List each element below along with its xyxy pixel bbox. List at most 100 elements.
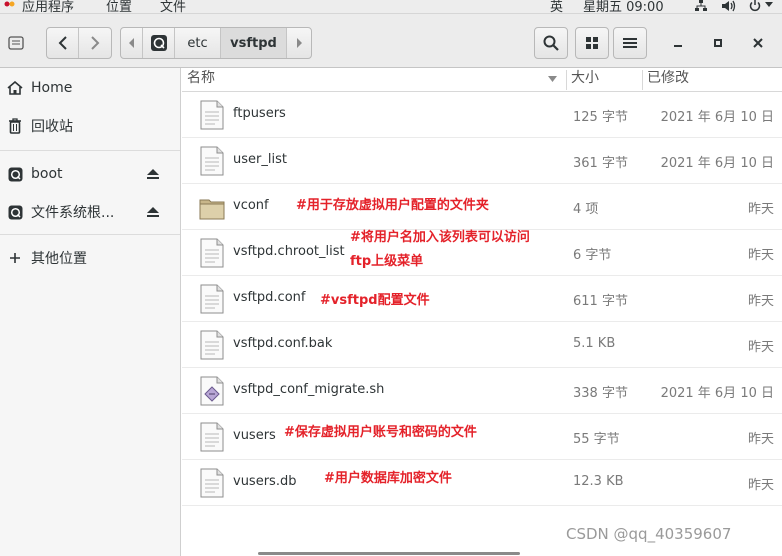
power-icon[interactable] — [748, 0, 762, 12]
path-root-button[interactable] — [143, 28, 175, 58]
root-drive-icon — [150, 35, 167, 51]
drive-icon — [7, 166, 23, 182]
network-icon[interactable] — [694, 0, 708, 12]
maximize-button[interactable] — [705, 30, 731, 56]
menu-button[interactable] — [613, 27, 647, 59]
column-size-header[interactable]: 大小 — [566, 68, 642, 92]
sidebar-item-boot[interactable]: boot — [0, 158, 180, 190]
path-segment-vsftpd[interactable]: vsftpd — [221, 28, 287, 58]
file-name: vsftpd.chroot_list — [233, 244, 345, 259]
file-modified: 2021 年 6月 10 日 — [660, 110, 774, 125]
system-menu-arrow-icon[interactable] — [765, 2, 773, 8]
home-icon — [7, 80, 23, 96]
sidebar-item-label: boot — [31, 166, 63, 182]
applications-menu[interactable]: 应用程序 — [22, 0, 74, 13]
search-icon — [543, 35, 559, 51]
chevron-left-icon — [128, 38, 134, 48]
file-modified: 昨天 — [747, 202, 774, 217]
file-row[interactable]: vsftpd.chroot_list #将用户名加入该列表可以访问 ftp上级菜… — [182, 230, 782, 276]
text-file-icon — [200, 100, 224, 130]
file-size: 6 字节 — [573, 248, 612, 263]
navigation-buttons — [46, 27, 112, 59]
file-size: 5.1 KB — [573, 336, 616, 351]
file-row[interactable]: vsftpd.conf.bak 5.1 KB 昨天 — [182, 322, 782, 368]
sidebar-item-filesystem-root[interactable]: 文件系统根... — [0, 196, 180, 228]
sidebar-item-label: Home — [31, 80, 73, 96]
text-file-icon — [200, 330, 224, 360]
watermark: CSDN @qq_40359607 — [566, 525, 732, 543]
sidebar-item-home[interactable]: Home — [0, 72, 180, 104]
file-name: vsftpd_conf_migrate.sh — [233, 382, 385, 397]
path-scroll-left-button[interactable] — [121, 28, 143, 58]
drive-icon — [7, 204, 23, 220]
path-segment-etc[interactable]: etc — [175, 28, 221, 58]
path-bar: etc vsftpd — [120, 27, 312, 59]
eject-icon[interactable] — [146, 167, 160, 181]
plus-icon — [7, 250, 23, 266]
text-file-icon — [200, 238, 224, 268]
search-button[interactable] — [534, 27, 568, 59]
file-size: 125 字节 — [573, 110, 628, 125]
chevron-right-icon — [297, 38, 302, 48]
file-size: 338 字节 — [573, 386, 628, 401]
hamburger-menu-icon — [623, 38, 637, 48]
file-list: 名称 大小 已修改 ftpusers 125 字节 2021 年 6月 10 日… — [182, 68, 782, 556]
input-method-indicator[interactable]: 英 — [550, 0, 563, 13]
script-file-icon — [200, 376, 224, 406]
annotation-note: ftp上级菜单 — [350, 254, 424, 269]
file-name: vsftpd.conf — [233, 290, 306, 305]
minimize-icon — [674, 45, 682, 47]
places-menu[interactable]: 位置 — [106, 0, 132, 13]
top-bar: 应用程序 位置 文件 英 星期五 09:00 — [0, 0, 782, 14]
file-row[interactable]: vusers.db #用户数据库加密文件 12.3 KB 昨天 — [182, 460, 782, 506]
sidebar-item-label: 其他位置 — [31, 251, 87, 267]
file-row[interactable]: vconf #用于存放虚拟用户配置的文件夹 4 项 昨天 — [182, 184, 782, 230]
path-scroll-right-button[interactable] — [287, 28, 311, 58]
sidebar: Home 回收站 boot 文件系统根... 其他位置 — [0, 68, 181, 556]
clock[interactable]: 星期五 09:00 — [583, 0, 664, 13]
annotation-note: #将用户名加入该列表可以访问 — [350, 230, 530, 245]
forward-arrow-icon — [91, 36, 100, 50]
sidebar-divider — [0, 234, 180, 235]
trash-icon — [7, 118, 23, 134]
text-file-icon — [200, 468, 224, 498]
file-modified: 昨天 — [747, 340, 774, 355]
file-row[interactable]: vsftpd_conf_migrate.sh 338 字节 2021 年 6月 … — [182, 368, 782, 414]
back-arrow-icon — [58, 36, 67, 50]
file-row[interactable]: user_list 361 字节 2021 年 6月 10 日 — [182, 138, 782, 184]
eject-icon[interactable] — [146, 205, 160, 219]
file-name: ftpusers — [233, 106, 286, 121]
view-toggle-button[interactable] — [575, 27, 609, 59]
volume-icon[interactable] — [721, 0, 736, 12]
file-row[interactable]: vsftpd.conf #vsftpd配置文件 611 字节 昨天 — [182, 276, 782, 322]
file-modified: 昨天 — [747, 248, 774, 263]
file-name: vconf — [233, 198, 269, 213]
annotation-note: #用户数据库加密文件 — [324, 471, 452, 486]
close-icon — [753, 38, 763, 48]
annotation-note: #用于存放虚拟用户配置的文件夹 — [296, 198, 489, 213]
column-modified-header[interactable]: 已修改 — [642, 68, 782, 92]
file-name: vusers.db — [233, 474, 297, 489]
back-button[interactable] — [47, 28, 79, 58]
sidebar-divider — [0, 150, 180, 151]
sort-descending-icon — [548, 76, 557, 82]
file-size: 361 字节 — [573, 156, 628, 171]
sidebar-item-other-locations[interactable]: 其他位置 — [0, 242, 180, 274]
file-row[interactable]: ftpusers 125 字节 2021 年 6月 10 日 — [182, 92, 782, 138]
close-button[interactable] — [745, 30, 771, 56]
sidebar-item-label: 回收站 — [31, 119, 73, 135]
annotation-note: #vsftpd配置文件 — [320, 293, 430, 308]
horizontal-scrollbar[interactable] — [258, 552, 520, 555]
grid-view-icon — [586, 37, 598, 49]
file-row[interactable]: vusers #保存虚拟用户账号和密码的文件 55 字节 昨天 — [182, 414, 782, 460]
file-name: vsftpd.conf.bak — [233, 336, 333, 351]
file-name: user_list — [233, 152, 287, 167]
files-menu[interactable]: 文件 — [160, 0, 186, 13]
forward-button[interactable] — [79, 28, 111, 58]
file-size: 611 字节 — [573, 294, 628, 309]
minimize-button[interactable] — [665, 30, 691, 56]
sidebar-item-trash[interactable]: 回收站 — [0, 110, 180, 142]
sidebar-drive-icon — [8, 36, 24, 50]
column-name-header[interactable]: 名称 — [182, 68, 566, 92]
text-file-icon — [200, 284, 224, 314]
